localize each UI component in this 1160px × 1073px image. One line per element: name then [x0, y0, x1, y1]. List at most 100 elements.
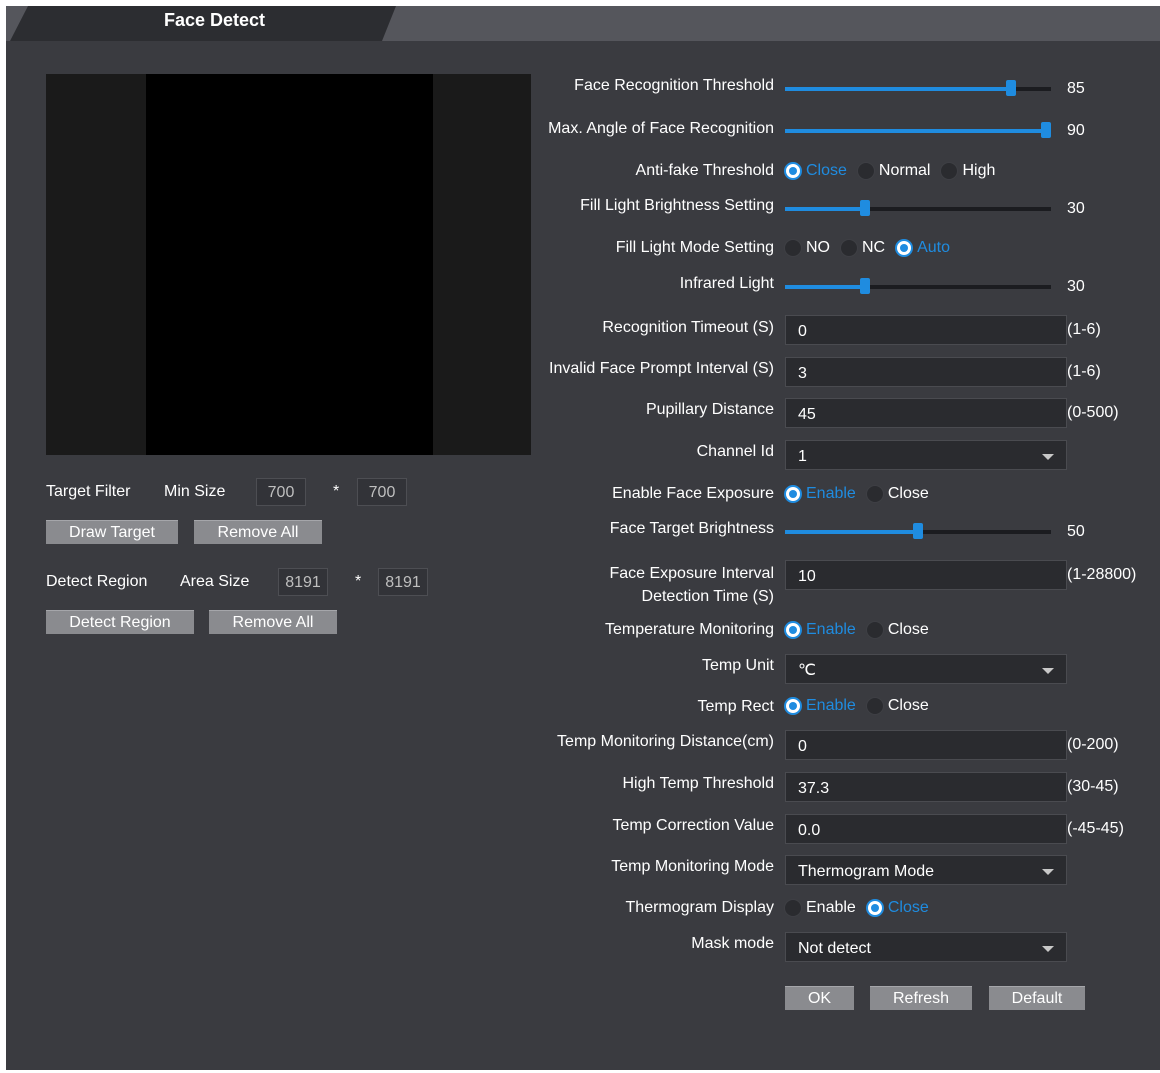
radio-nc[interactable]: NC: [840, 239, 893, 257]
draw-target-button[interactable]: Draw Target: [46, 520, 178, 544]
thermogram-display-radios: Enable Close: [784, 897, 939, 919]
fill-light-brightness-label: Fill Light Brightness Setting: [580, 197, 774, 214]
detect-region-button[interactable]: Detect Region: [46, 610, 194, 634]
pupillary-distance-label: Pupillary Distance: [645, 401, 774, 418]
radio-circle-icon[interactable]: [784, 899, 802, 917]
radio-enable[interactable]: Enable: [784, 697, 864, 715]
tab-face-detect-label: Face Detect: [164, 10, 266, 30]
radio-circle-icon[interactable]: [865, 621, 884, 639]
refresh-button[interactable]: Refresh: [870, 986, 972, 1010]
radio-high[interactable]: High: [940, 162, 1003, 180]
temp-rect-radios: Enable Close: [784, 695, 939, 717]
slider-handle[interactable]: [859, 278, 870, 294]
radio-enable[interactable]: Enable: [784, 485, 864, 503]
max-angle-slider[interactable]: [785, 122, 1051, 138]
face-target-brightness-value: 50: [1067, 523, 1085, 540]
slider-handle[interactable]: [1041, 122, 1051, 138]
min-size-width-input[interactable]: 700: [256, 478, 306, 506]
radio-circle-icon[interactable]: [895, 239, 914, 257]
face-recognition-threshold-label: Face Recognition Threshold: [574, 77, 774, 94]
enable-face-exposure-radios: Enable Close: [784, 483, 939, 505]
channel-id-select[interactable]: 1: [785, 440, 1067, 470]
temp-rect-label: Temp Rect: [697, 698, 774, 715]
radio-circle-icon[interactable]: [784, 697, 802, 715]
infrared-light-value: 30: [1067, 278, 1085, 295]
radio-circle-icon[interactable]: [865, 485, 884, 503]
high-temp-threshold-input[interactable]: 37.3: [785, 772, 1067, 802]
radio-label: High: [962, 162, 996, 179]
radio-normal[interactable]: Normal: [856, 162, 939, 180]
temp-correction-range: (-45-45): [1067, 820, 1124, 837]
face-target-brightness-slider[interactable]: [785, 523, 1051, 539]
ok-button[interactable]: OK: [785, 986, 854, 1010]
radio-circle-icon[interactable]: [784, 239, 802, 257]
temp-monitoring-distance-input[interactable]: 0: [785, 730, 1067, 760]
radio-close[interactable]: Close: [865, 697, 937, 715]
remove-all-targets-button[interactable]: Remove All: [194, 520, 322, 544]
radio-circle-icon[interactable]: [784, 485, 802, 503]
target-filter-label: Target Filter: [46, 483, 131, 500]
slider-handle[interactable]: [1006, 80, 1017, 96]
radio-label: NO: [806, 239, 830, 256]
radio-circle-icon[interactable]: [865, 697, 884, 715]
tab-face-detect[interactable]: Face Detect: [10, 6, 396, 41]
high-temp-threshold-label: High Temp Threshold: [622, 775, 775, 792]
radio-close[interactable]: Close: [865, 621, 937, 639]
radio-close[interactable]: Close: [784, 162, 855, 180]
radio-circle-icon[interactable]: [940, 162, 959, 180]
video-frame: [146, 74, 433, 455]
recognition-timeout-input[interactable]: 0: [785, 315, 1067, 345]
pupillary-distance-input[interactable]: 45: [785, 398, 1067, 428]
area-size-width-input[interactable]: 8191: [278, 568, 328, 596]
face-exposure-interval-input[interactable]: 10: [785, 560, 1067, 590]
radio-no[interactable]: NO: [784, 239, 838, 257]
fill-light-brightness-slider[interactable]: [785, 200, 1051, 216]
radio-close[interactable]: Close: [865, 899, 937, 917]
anti-fake-threshold-label: Anti-fake Threshold: [635, 162, 774, 179]
face-exposure-interval-range: (1-28800): [1067, 566, 1137, 583]
temp-correction-label: Temp Correction Value: [612, 817, 774, 834]
radio-circle-icon[interactable]: [840, 239, 858, 257]
radio-label: Close: [887, 899, 929, 916]
temp-monitoring-mode-select[interactable]: Thermogram Mode: [785, 855, 1067, 885]
infrared-light-slider[interactable]: [785, 278, 1051, 294]
mask-mode-select[interactable]: Not detect: [785, 932, 1067, 962]
area-size-label: Area Size: [180, 573, 250, 590]
slider-handle[interactable]: [859, 200, 870, 216]
fill-light-brightness-value: 30: [1067, 200, 1085, 217]
invalid-face-prompt-input[interactable]: 3: [785, 357, 1067, 387]
temp-correction-input[interactable]: 0.0: [785, 814, 1067, 844]
area-separator: *: [355, 573, 362, 590]
radio-label: Enable: [806, 899, 856, 916]
radio-circle-icon[interactable]: [856, 162, 875, 180]
video-preview[interactable]: [46, 74, 531, 455]
face-exposure-interval-label-line2: Detection Time (S): [641, 588, 774, 605]
temp-unit-select[interactable]: ℃: [785, 654, 1067, 684]
fill-light-mode-label: Fill Light Mode Setting: [615, 239, 774, 256]
slider-fill: [785, 530, 918, 534]
radio-circle-icon[interactable]: [784, 621, 802, 639]
high-temp-threshold-range: (30-45): [1067, 778, 1119, 795]
radio-circle-icon[interactable]: [865, 899, 884, 917]
temperature-monitoring-radios: Enable Close: [784, 619, 939, 641]
face-recognition-threshold-slider[interactable]: [785, 80, 1051, 96]
enable-face-exposure-label: Enable Face Exposure: [612, 485, 774, 502]
tab-bar: Face Detect: [6, 6, 1160, 41]
face-detect-panel: Face Detect Target Filter Min Size 700 *…: [6, 6, 1160, 1070]
area-size-height-input[interactable]: 8191: [378, 568, 428, 596]
max-angle-label: Max. Angle of Face Recognition: [548, 120, 774, 137]
radio-enable[interactable]: Enable: [784, 621, 864, 639]
slider-handle[interactable]: [913, 523, 923, 539]
default-button[interactable]: Default: [989, 986, 1085, 1010]
temp-monitoring-distance-range: (0-200): [1067, 736, 1119, 753]
face-target-brightness-label: Face Target Brightness: [609, 520, 774, 537]
radio-circle-icon[interactable]: [784, 162, 802, 180]
remove-all-regions-button[interactable]: Remove All: [209, 610, 337, 634]
slider-fill: [785, 129, 1051, 133]
radio-auto[interactable]: Auto: [895, 239, 958, 257]
radio-close[interactable]: Close: [865, 485, 937, 503]
min-size-height-input[interactable]: 700: [357, 478, 407, 506]
radio-enable[interactable]: Enable: [784, 899, 864, 917]
pupillary-distance-range: (0-500): [1067, 404, 1119, 421]
radio-label: Close: [806, 162, 847, 179]
